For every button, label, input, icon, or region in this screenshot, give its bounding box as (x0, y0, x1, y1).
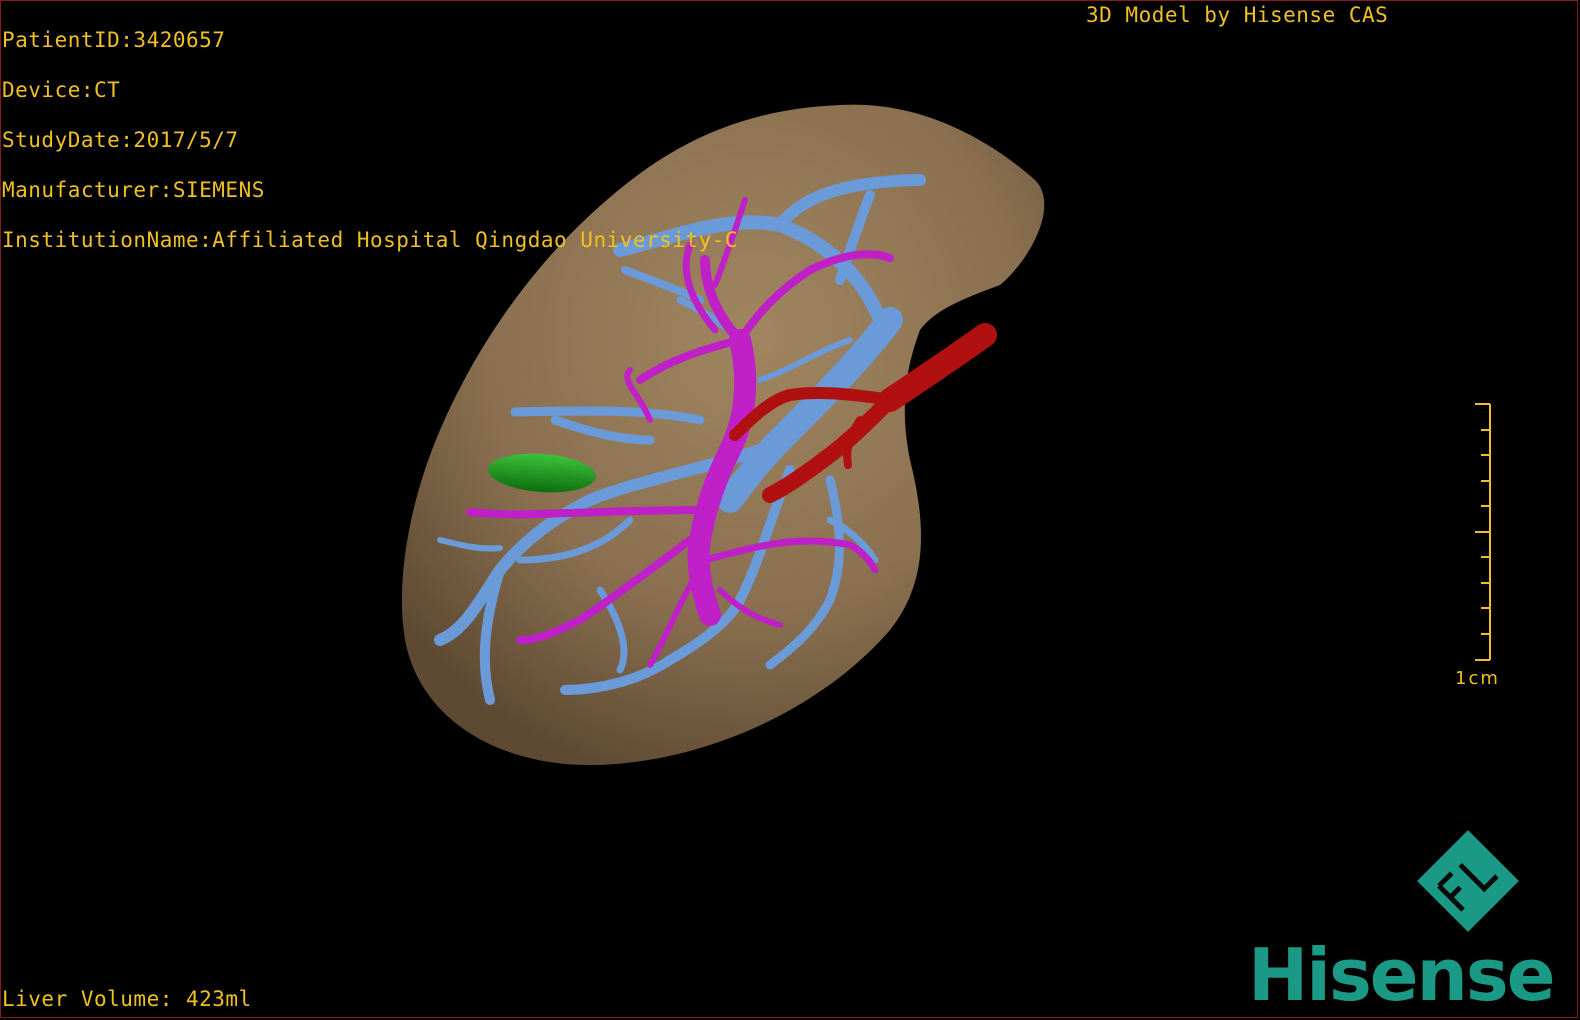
hisense-logo-wordmark: Hisense (1248, 933, 1556, 1017)
patient-info-panel: PatientID:3420657 Device:CT StudyDate:20… (2, 3, 738, 278)
device-text: Device:CT (2, 78, 121, 102)
scale-bar (1475, 403, 1491, 661)
study-date-text: StudyDate:2017/5/7 (2, 128, 239, 152)
patient-id-text: PatientID:3420657 (2, 28, 226, 52)
liver-volume-label: Liver Volume: 423ml (2, 987, 252, 1011)
manufacturer-text: Manufacturer:SIEMENS (2, 178, 265, 202)
institution-text: InstitutionName:Affiliated Hospital Qing… (2, 228, 739, 252)
hisense-logo-badge (1417, 830, 1519, 932)
scale-bar-label: 1cm (1455, 668, 1500, 689)
model-brand-label: 3D Model by Hisense CAS (1086, 3, 1389, 27)
